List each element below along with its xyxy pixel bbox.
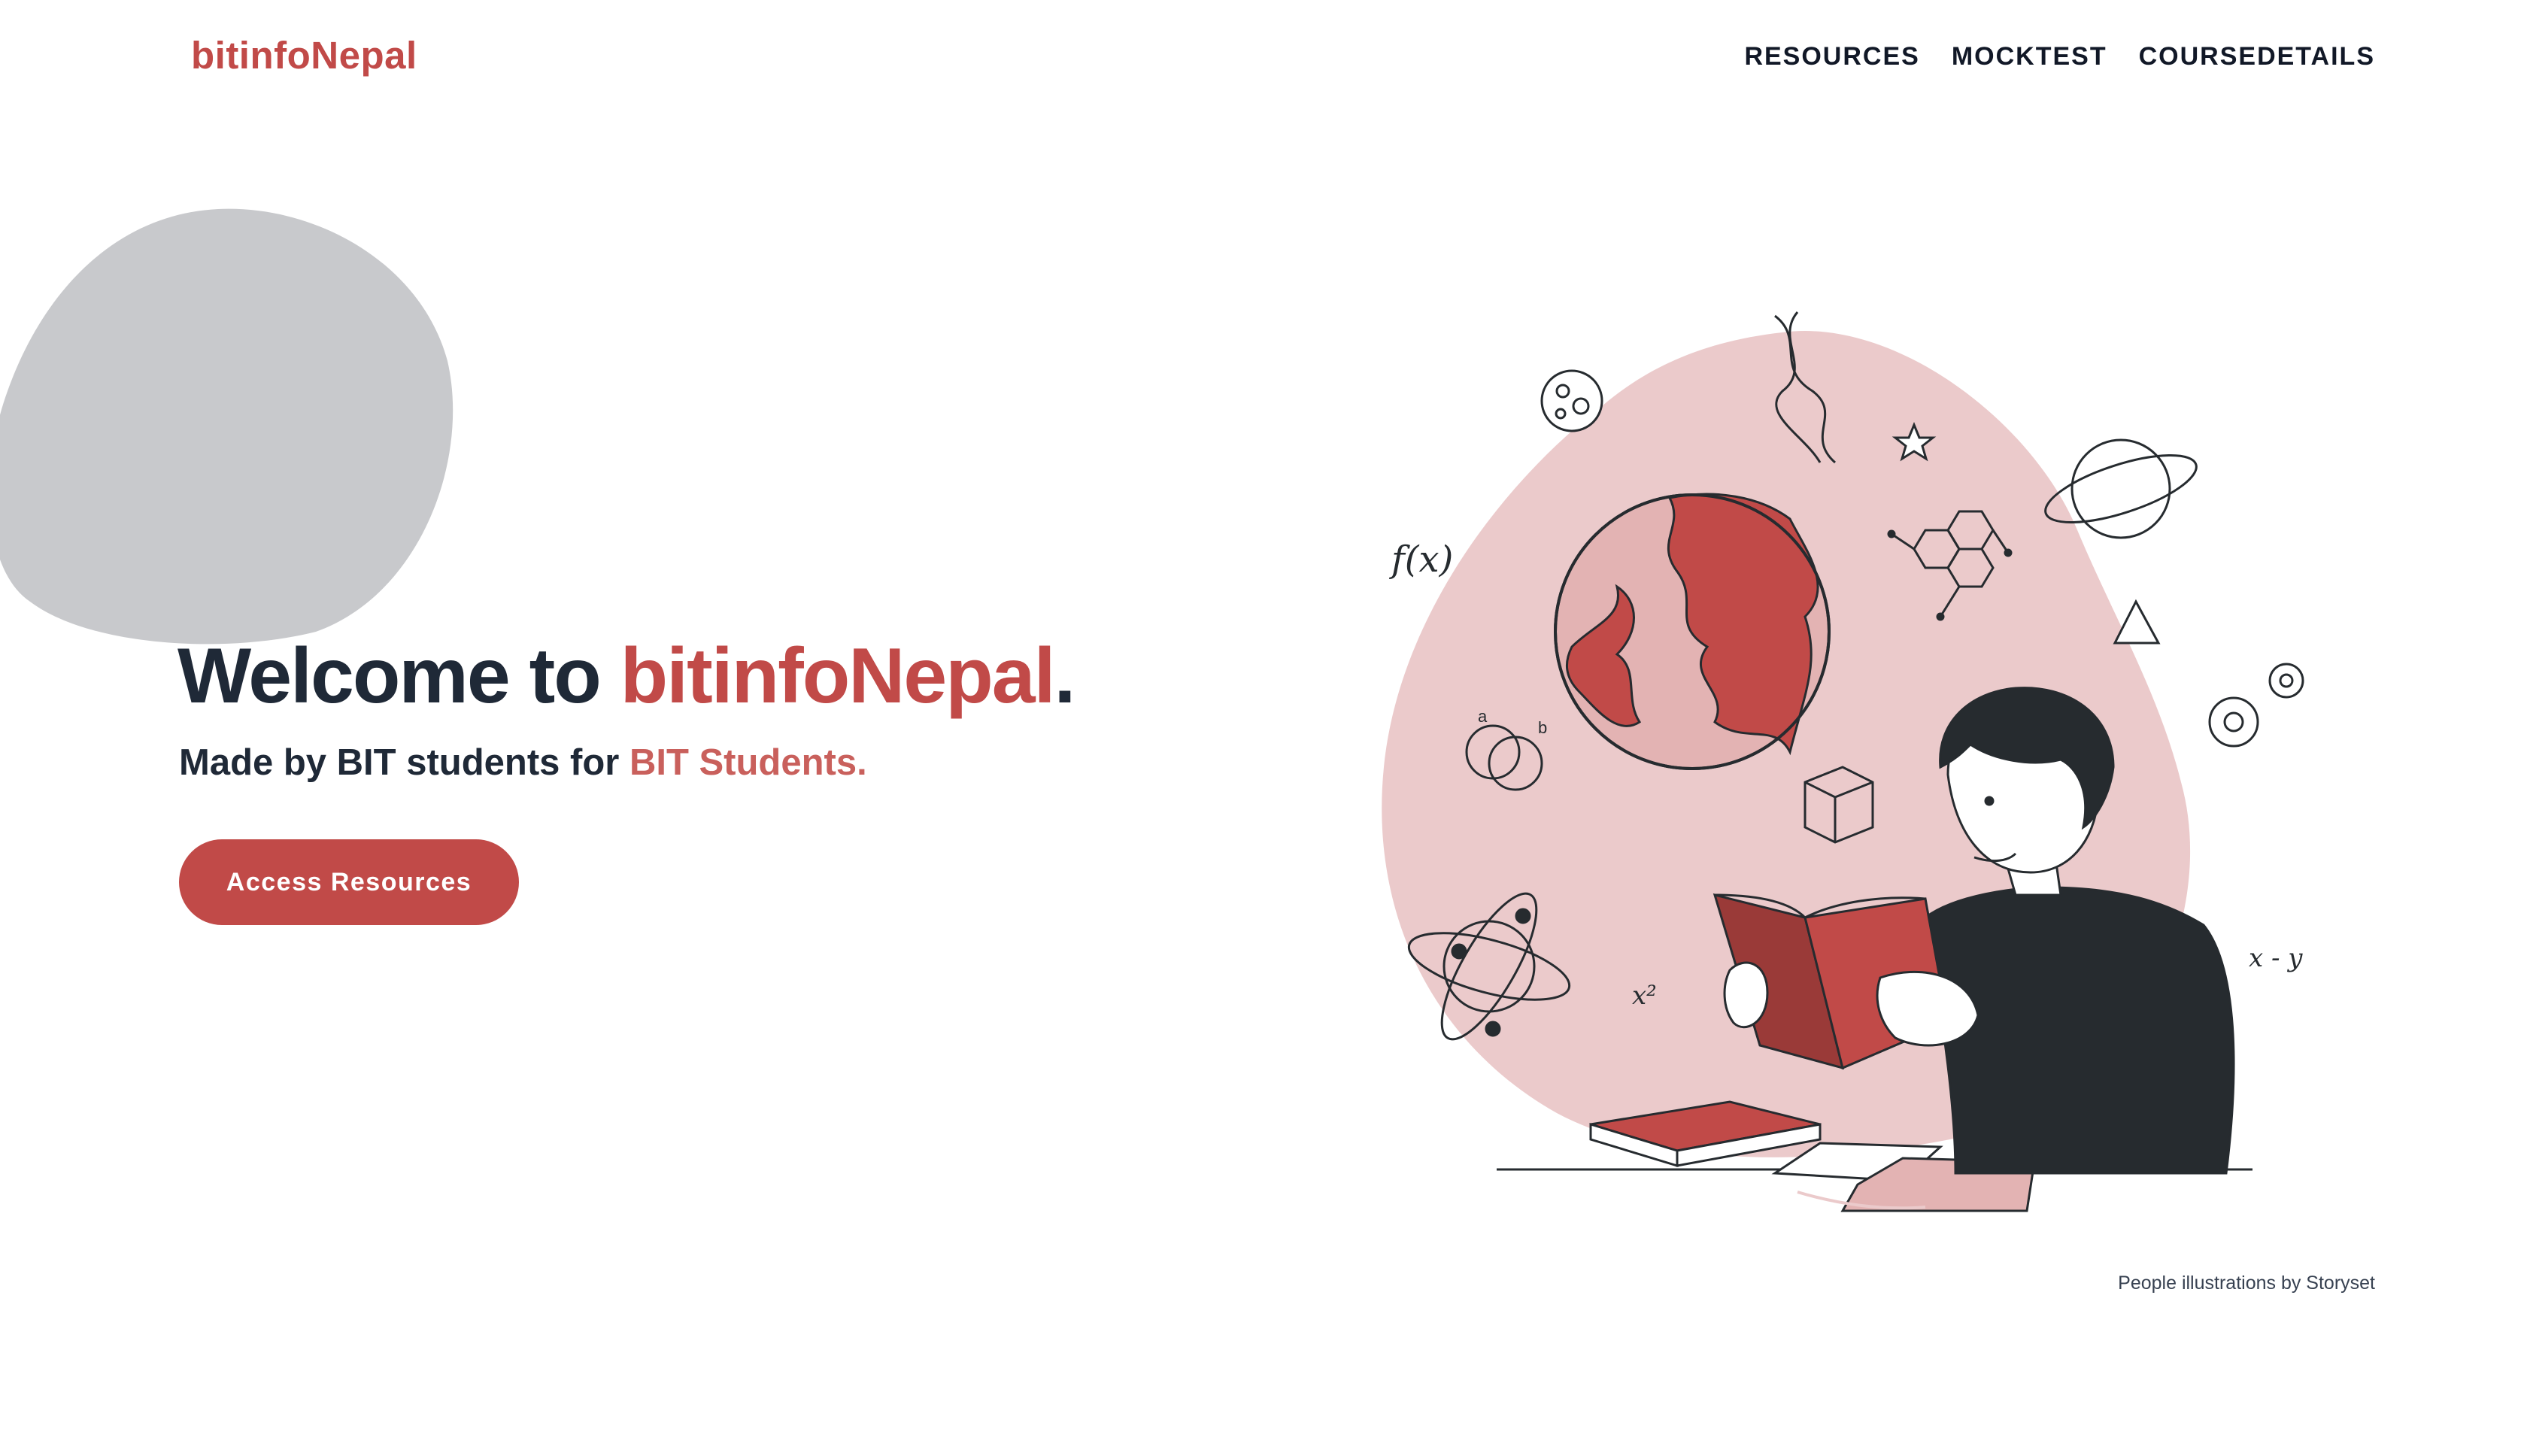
hero-subtitle-prefix: Made by BIT students for [179, 742, 629, 783]
nav-resources[interactable]: RESOURCES [1744, 42, 1919, 71]
site-logo[interactable]: bitinfoNepal [191, 33, 417, 77]
hero-title-prefix: Welcome to [177, 632, 620, 720]
decorative-grey-blob [0, 208, 454, 645]
hero-subtitle-accent: BIT Students. [629, 742, 867, 783]
illustration-credit[interactable]: People illustrations by Storyset [2118, 1272, 2375, 1294]
hero-illustration: f(x) a b x² x - y [1382, 311, 2304, 1212]
x-minus-y-label: x - y [2249, 943, 2303, 973]
venn-label-a: a [1478, 707, 1488, 726]
hero-subtitle: Made by BIT students for BIT Students. [179, 742, 867, 784]
main-nav: RESOURCES MOCKTEST COURSEDETAILS [1744, 42, 2375, 71]
venn-label-b: b [1538, 718, 1547, 737]
access-resources-button[interactable]: Access Resources [179, 839, 519, 925]
nav-coursedetails[interactable]: COURSEDETAILS [2139, 42, 2375, 71]
nav-mocktest[interactable]: MOCKTEST [1952, 42, 2107, 71]
fx-label: f(x) [1389, 538, 1453, 581]
x-squared-label: x² [1632, 981, 1657, 1011]
hero-title: Welcome to bitinfoNepal. [177, 632, 1076, 721]
prism-icon [2113, 599, 2161, 645]
hero-title-suffix: . [1054, 632, 1076, 720]
saturn-icon [2044, 438, 2198, 539]
hero-title-brand: bitinfoNepal [620, 632, 1056, 720]
gear-icon [2208, 663, 2304, 748]
globe-icon [1554, 493, 1831, 770]
person-figure [1924, 687, 2235, 1175]
moon-icon [1540, 369, 1603, 432]
